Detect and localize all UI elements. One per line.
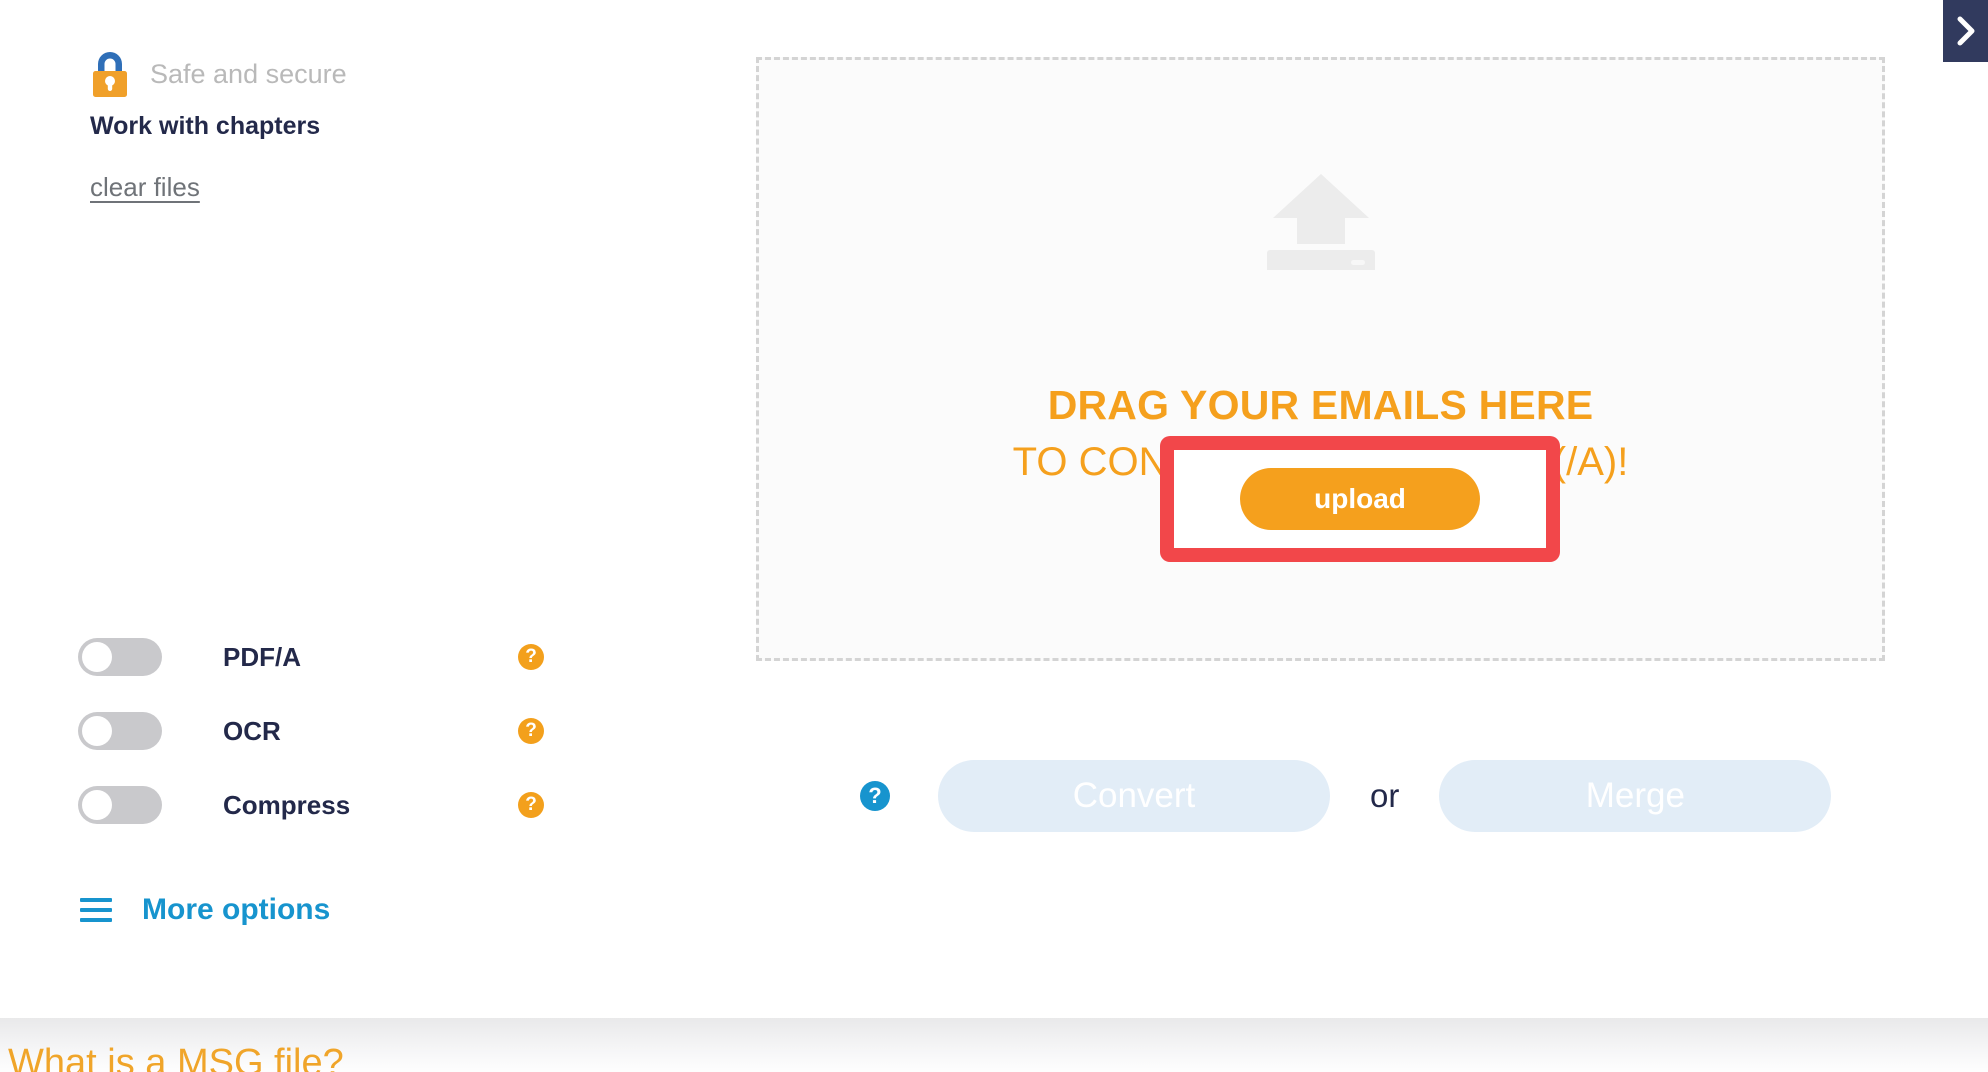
convert-button[interactable]: Convert (938, 760, 1330, 832)
toggle-pdfa[interactable] (78, 638, 162, 676)
toggle-knob (82, 790, 112, 820)
safe-and-secure-row: Safe and secure (88, 50, 347, 98)
upload-arrow-icon (1265, 170, 1377, 278)
option-row-compress: Compress ? (0, 768, 740, 842)
toggle-knob (82, 642, 112, 672)
option-label-pdfa: PDF/A (223, 641, 301, 672)
dropzone-headline: DRAG YOUR EMAILS HERE (1047, 382, 1594, 428)
toggle-compress[interactable] (78, 786, 162, 824)
options-sidebar: Safe and secure Work with chapters clear… (0, 0, 740, 1018)
faq-heading: What is a MSG file? (8, 1042, 344, 1072)
side-panel-toggle[interactable] (1943, 0, 1988, 62)
lock-icon (88, 50, 132, 98)
help-icon-pdfa[interactable]: ? (518, 644, 544, 670)
converter-card: Safe and secure Work with chapters clear… (0, 0, 1988, 1018)
merge-button[interactable]: Merge (1439, 760, 1832, 832)
hamburger-icon (80, 897, 112, 923)
upload-button[interactable]: upload (1240, 468, 1480, 530)
file-dropzone[interactable]: DRAG YOUR EMAILS HERE TO CONVERT THEM TO… (756, 57, 1885, 661)
toggle-ocr[interactable] (78, 712, 162, 750)
help-icon-convert[interactable]: ? (860, 781, 890, 811)
help-icon-ocr[interactable]: ? (518, 718, 544, 744)
safe-and-secure-label: Safe and secure (150, 58, 347, 89)
or-separator-label: or (1370, 777, 1400, 814)
page-root: Safe and secure Work with chapters clear… (0, 0, 1988, 1072)
toggle-knob (82, 716, 112, 746)
more-options-button[interactable]: More options (80, 893, 330, 927)
option-row-pdfa: PDF/A ? (0, 620, 740, 694)
clear-files-link[interactable]: clear files (90, 172, 200, 203)
option-toggle-list: PDF/A ? OCR ? Compress ? (0, 620, 740, 842)
option-label-compress: Compress (223, 789, 351, 820)
work-with-chapters-label: Work with chapters (90, 112, 321, 140)
chevron-right-icon (1955, 15, 1977, 47)
help-icon-compress[interactable]: ? (518, 792, 544, 818)
more-options-label: More options (142, 893, 331, 926)
option-label-ocr: OCR (223, 715, 281, 746)
option-row-ocr: OCR ? (0, 694, 740, 768)
upload-button-highlight: upload (1160, 436, 1560, 562)
action-buttons-row: ? Convert or Merge (860, 760, 1832, 832)
